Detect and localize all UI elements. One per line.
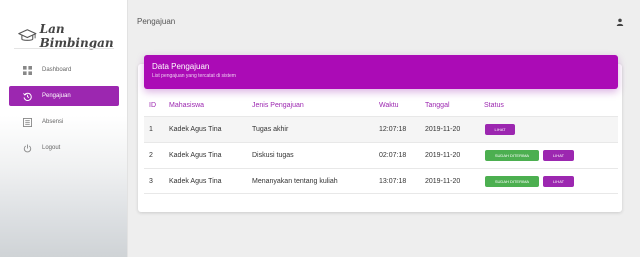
view-button[interactable]: LIHAT [485,124,515,135]
table-row: 2 Kadek Agus Tina Diskusi tugas 02:07:18… [144,142,618,168]
page-title: Pengajuan [137,17,176,26]
sidebar-item-dashboard[interactable]: Dashboard [9,60,119,80]
app-logo[interactable]: Lan Bimbingan [18,22,127,50]
cell-mahasiswa: Kadek Agus Tina [169,178,222,185]
cell-id: 1 [149,126,153,133]
accepted-status-button[interactable]: SUDAH DITERIMA [485,176,539,187]
column-header-tanggal: Tanggal [425,102,450,109]
card-header: Data Pengajuan List pengajuan yang terca… [144,55,618,89]
column-header-jenis: Jenis Pengajuan [252,102,304,109]
cell-jenis: Tugas akhir [252,126,289,133]
card-title: Data Pengajuan [152,62,210,71]
sidebar-item-logout[interactable]: Logout [9,138,119,158]
cell-jenis: Menanyakan tentang kuliah [252,178,338,185]
cell-waktu: 13:07:18 [379,178,407,185]
table-row: 1 Kadek Agus Tina Tugas akhir 12:07:18 2… [144,116,618,142]
table-row: 3 Kadek Agus Tina Menanyakan tentang kul… [144,168,618,194]
cell-jenis: Diskusi tugas [252,152,294,159]
view-button[interactable]: LIHAT [543,150,574,161]
sidebar: Lan Bimbingan Dashboard Pengajuan Absens… [0,0,128,257]
cell-waktu: 12:07:18 [379,126,407,133]
sidebar-item-pengajuan[interactable]: Pengajuan [9,86,119,106]
user-icon[interactable] [616,18,624,26]
sidebar-divider [14,48,114,49]
view-button[interactable]: LIHAT [543,176,574,187]
sidebar-nav: Dashboard Pengajuan Absensi Logout [9,60,119,164]
sidebar-item-label: Pengajuan [42,93,71,99]
cell-waktu: 02:07:18 [379,152,407,159]
dashboard-icon [23,65,32,75]
history-icon [23,92,32,101]
cell-id: 2 [149,152,153,159]
cell-tanggal: 2019-11-20 [425,152,461,159]
sidebar-item-label: Logout [42,145,61,151]
logo-text: Lan Bimbingan [39,22,114,50]
power-icon [23,143,32,153]
sidebar-item-label: Dashboard [42,67,72,73]
list-icon [23,117,32,127]
column-header-id: ID [149,102,156,109]
cell-mahasiswa: Kadek Agus Tina [169,152,222,159]
card-subtitle: List pengajuan yang tercatat di sistem [152,73,236,79]
cell-tanggal: 2019-11-20 [425,126,461,133]
sidebar-item-absensi[interactable]: Absensi [9,112,119,132]
sidebar-item-label: Absensi [42,119,64,125]
column-header-waktu: Waktu [379,102,399,109]
accepted-status-button[interactable]: SUDAH DITERIMA [485,150,539,161]
topbar: Pengajuan [128,0,640,46]
cell-mahasiswa: Kadek Agus Tina [169,126,222,133]
cell-id: 3 [149,178,153,185]
column-header-mahasiswa: Mahasiswa [169,102,205,109]
cell-tanggal: 2019-11-20 [425,178,461,185]
column-header-status: Status [484,102,504,109]
graduation-cap-icon [18,29,37,41]
